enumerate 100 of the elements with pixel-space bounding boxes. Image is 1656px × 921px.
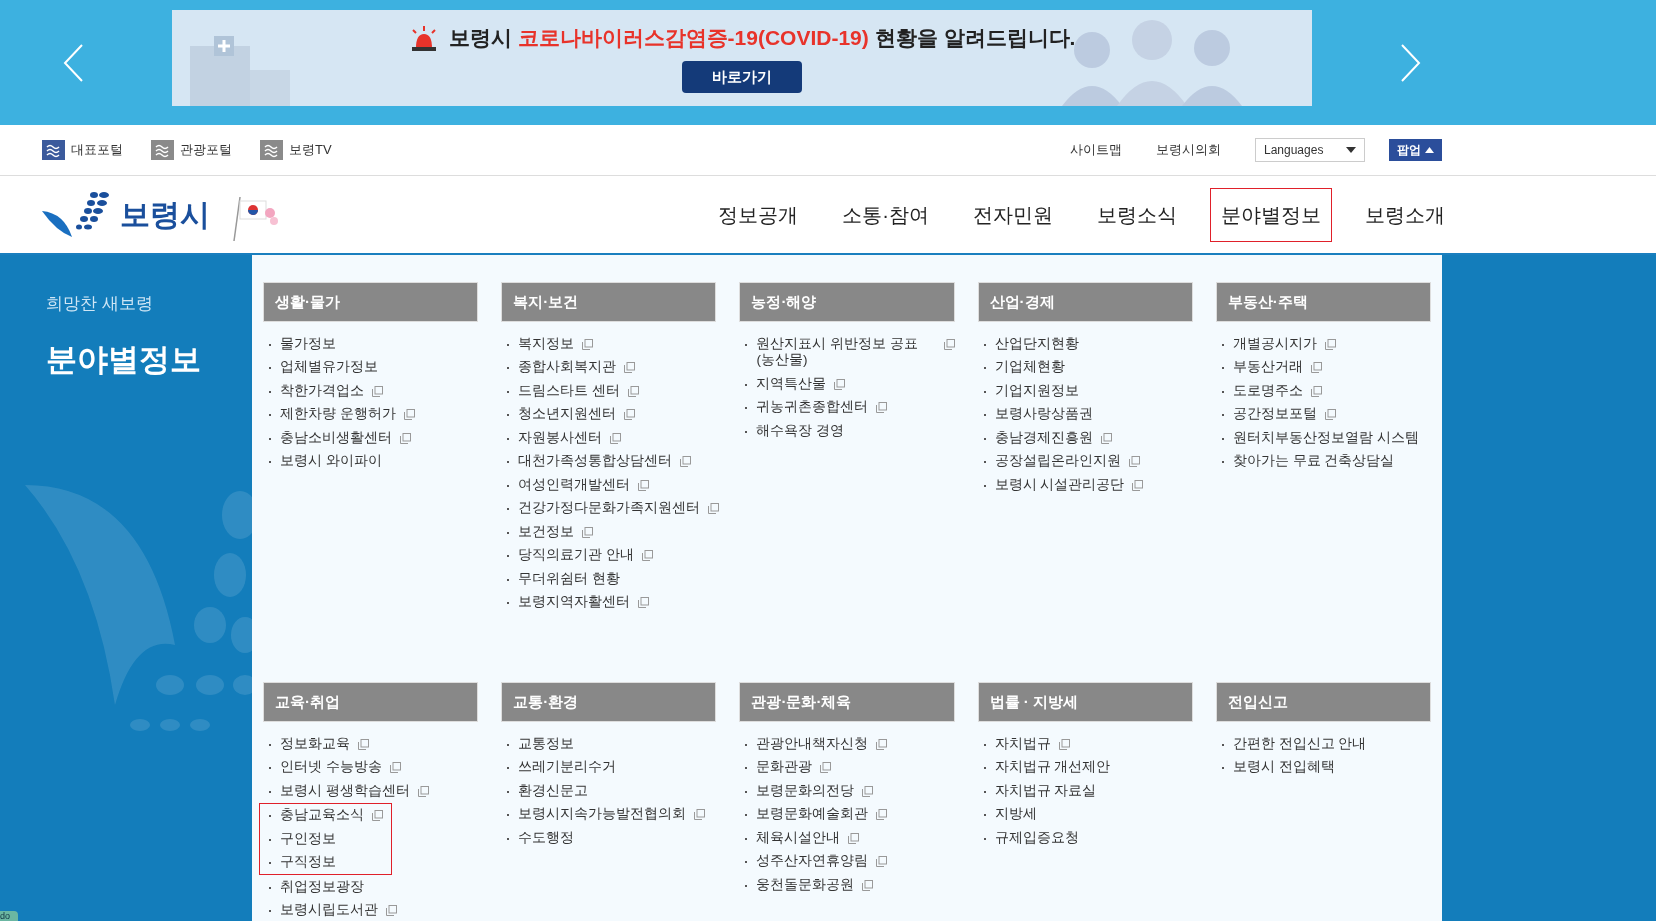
menu-link[interactable]: 제한차량 운행허가: [280, 406, 396, 423]
menu-link[interactable]: 기업체현황: [994, 359, 1065, 376]
section-header: 교육·취업: [263, 682, 479, 722]
section-header: 법률 · 지방세: [977, 682, 1193, 722]
menu-link[interactable]: 교통정보: [518, 735, 575, 752]
menu-link[interactable]: 충남교육소식: [280, 807, 364, 824]
portal-link[interactable]: 관광포털: [151, 140, 232, 160]
menu-link[interactable]: 구인정보: [280, 830, 336, 847]
bullet-icon: [983, 343, 986, 346]
menu-link[interactable]: 업체별유가정보: [280, 359, 378, 376]
menu-link[interactable]: 충남소비생활센터: [280, 429, 392, 446]
popup-button[interactable]: 팝업: [1389, 139, 1442, 161]
bullet-icon: [983, 790, 986, 793]
menu-link[interactable]: 보령시 시설관리공단: [994, 476, 1125, 493]
menu-link[interactable]: 대천가족성통합상담센터: [518, 453, 673, 470]
menu-link[interactable]: 보건정보: [518, 523, 575, 540]
menu-link[interactable]: 부동산거래: [1232, 359, 1303, 376]
main-nav-tab[interactable]: 전자민원: [962, 187, 1064, 242]
main-nav-tab[interactable]: 정보공개: [707, 187, 810, 242]
menu-link[interactable]: 건강가정다문화가족지원센터: [518, 500, 701, 517]
corner-badge[interactable]: do: [0, 911, 18, 921]
utility-link[interactable]: 보령시의회: [1156, 140, 1221, 160]
menu-link[interactable]: 물가정보: [280, 335, 336, 352]
section-header: 부동산·주택: [1215, 282, 1431, 322]
menu-link[interactable]: 보령시 전입혜택: [1232, 759, 1335, 776]
menu-link[interactable]: 복지정보: [518, 335, 575, 352]
menu-link[interactable]: 체육시설안내: [756, 829, 841, 846]
menu-link[interactable]: 관광안내책자신청: [756, 735, 869, 752]
menu-link[interactable]: 개별공시지가: [1232, 335, 1317, 352]
menu-link[interactable]: 자치법규: [994, 735, 1051, 752]
bullet-icon: [745, 790, 748, 793]
menu-link[interactable]: 지방세: [994, 806, 1037, 823]
menu-link[interactable]: 보령시 평생학습센터: [280, 782, 410, 799]
menu-link[interactable]: 규제입증요청: [994, 829, 1079, 846]
sidebar-title: 분야별정보: [46, 340, 202, 379]
bullet-icon: [507, 837, 510, 840]
menu-link[interactable]: 간편한 전입신고 안내: [1232, 735, 1367, 752]
menu-link[interactable]: 성주산자연휴양림: [756, 853, 869, 870]
menu-link[interactable]: 자치법규 자료실: [994, 782, 1097, 799]
menu-link[interactable]: 여성인력개발센터: [518, 476, 631, 493]
menu-link[interactable]: 찾아가는 무료 건축상담실: [1232, 453, 1395, 470]
menu-link[interactable]: 지역특산물: [756, 375, 827, 392]
menu-link[interactable]: 자치법규 개선제안: [994, 759, 1111, 776]
main-nav-tab[interactable]: 소통·참여: [831, 187, 940, 242]
bullet-icon: [507, 578, 510, 581]
menu-link[interactable]: 환경신문고: [518, 782, 589, 799]
menu-link[interactable]: 착한가격업소: [280, 382, 364, 399]
menu-link[interactable]: 인터넷 수능방송: [280, 759, 382, 776]
bullet-icon: [507, 790, 510, 793]
menu-link[interactable]: 보령문화의전당: [756, 782, 855, 799]
bullet-icon: [1221, 437, 1224, 440]
menu-link[interactable]: 자원봉사센터: [518, 429, 603, 446]
menu-link[interactable]: 구직정보: [280, 854, 336, 871]
menu-link[interactable]: 보령문화예술회관: [756, 806, 869, 823]
menu-link[interactable]: 문화관광: [756, 759, 813, 776]
bullet-icon: [507, 531, 510, 534]
menu-link[interactable]: 해수욕장 경영: [756, 422, 845, 439]
menu-link[interactable]: 종합사회복지관: [518, 359, 617, 376]
section-header: 생활·물가: [263, 282, 479, 322]
main-nav-tab[interactable]: 보령소개: [1354, 187, 1456, 242]
menu-link[interactable]: 보령시지속가능발전협의회: [518, 806, 687, 823]
menu-link[interactable]: 쓰레기분리수거: [518, 759, 617, 776]
menu-link[interactable]: 드림스타트 센터: [518, 382, 620, 399]
menu-link[interactable]: 도로명주소: [1232, 382, 1303, 399]
go-button[interactable]: 바로가기: [682, 61, 802, 94]
menu-link[interactable]: 원산지표시 위반정보 공표(농산물): [756, 335, 936, 369]
menu-link[interactable]: 무더위쉼터 현황: [518, 570, 620, 587]
menu-link[interactable]: 보령사랑상품권: [994, 406, 1093, 423]
portal-link[interactable]: 대표포털: [42, 140, 123, 160]
menu-link[interactable]: 보령시립도서관: [280, 902, 378, 919]
bullet-icon: [745, 383, 748, 386]
menu-link[interactable]: 충남경제진흥원: [994, 429, 1093, 446]
section-header: 전입신고: [1215, 682, 1431, 722]
city-logo-text[interactable]: 보령시: [120, 192, 210, 237]
menu-link[interactable]: 취업정보광장: [280, 878, 364, 895]
menu-link[interactable]: 당직의료기관 안내: [518, 547, 634, 564]
main-nav-tab[interactable]: 분야별정보: [1210, 187, 1332, 242]
caret-up-icon: [1425, 147, 1434, 153]
menu-link[interactable]: 원터치부동산정보열람 시스템: [1232, 429, 1419, 446]
menu-link[interactable]: 정보화교육: [280, 735, 350, 752]
menu-link[interactable]: 기업지원정보: [994, 382, 1079, 399]
language-select[interactable]: Languages: [1255, 138, 1365, 162]
menu-link[interactable]: 웅천돌문화공원: [756, 876, 855, 893]
menu-link[interactable]: 공장설립온라인지원: [994, 453, 1121, 470]
menu-link[interactable]: 공간정보포털: [1232, 406, 1317, 423]
bullet-icon: [745, 743, 748, 746]
menu-link[interactable]: 청소년지원센터: [518, 406, 617, 423]
bullet-icon: [507, 743, 510, 746]
menu-link[interactable]: 수도행정: [518, 829, 575, 846]
menu-link[interactable]: 귀농귀촌종합센터: [756, 399, 869, 416]
portal-link[interactable]: 보령TV: [260, 140, 332, 160]
menu-link[interactable]: 보령시 와이파이: [280, 453, 382, 470]
portal-link-label: 대표포털: [71, 141, 123, 160]
bullet-icon: [507, 343, 510, 346]
portal-link-label: 관광포털: [180, 141, 232, 160]
menu-link[interactable]: 산업단지현황: [994, 335, 1079, 352]
main-nav-tab[interactable]: 보령소식: [1086, 187, 1188, 242]
menu-link[interactable]: 보령지역자활센터: [518, 594, 631, 611]
bullet-icon: [507, 437, 510, 440]
utility-link[interactable]: 사이트맵: [1070, 140, 1122, 160]
